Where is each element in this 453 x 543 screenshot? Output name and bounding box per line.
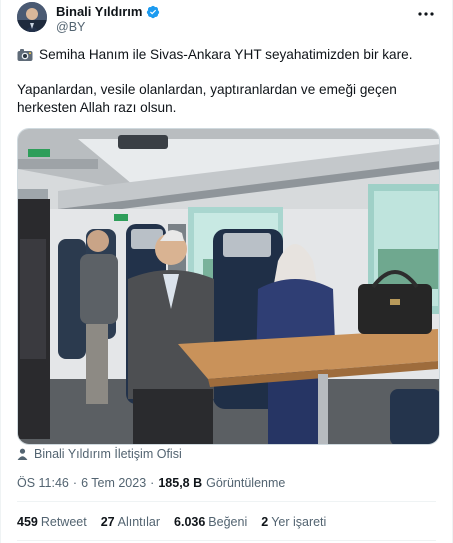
views-label: Görüntülenme	[206, 476, 286, 490]
engagement-stats: 459 Retweet 27 Alıntılar 6.036 Beğeni 2 Yer …	[17, 515, 326, 529]
tweet-text-line-1: Semiha Hanım ile Sivas-Ankara YHT seyaha…	[39, 47, 413, 62]
stat-quotes[interactable]: 27 Alıntılar	[101, 515, 160, 529]
more-options-icon[interactable]	[416, 4, 436, 24]
photo-caption[interactable]: Binali Yıldırım İletişim Ofisi	[34, 447, 182, 461]
camera-icon	[17, 49, 33, 61]
author-name[interactable]: Binali Yıldırım	[56, 4, 142, 19]
verified-badge-icon	[147, 5, 160, 18]
tweet-card: Binali Yıldırım @BY Semiha Hanım ile Siv…	[0, 0, 453, 543]
tweet-meta: ÖS 11:46 · 6 Tem 2023 · 185,8 B Görüntül…	[17, 476, 286, 490]
tweet-text-line-3: herkesten Allah razı olsun.	[17, 100, 177, 115]
avatar[interactable]	[17, 2, 47, 32]
author-handle[interactable]: @BY	[56, 20, 85, 34]
views-count: 185,8 B	[158, 476, 203, 490]
divider	[17, 501, 436, 502]
tweet-text-line-2: Yapanlardan, vesile olanlardan, yaptıran…	[17, 82, 397, 97]
tweet-date[interactable]: 6 Tem 2023	[81, 476, 146, 490]
stat-bookmarks[interactable]: 2 Yer işareti	[261, 515, 326, 529]
person-icon	[17, 448, 28, 460]
tweet-photo[interactable]	[17, 128, 440, 445]
tweet-time[interactable]: ÖS 11:46	[17, 476, 69, 490]
stat-likes[interactable]: 6.036 Beğeni	[174, 515, 247, 529]
stat-retweets[interactable]: 459 Retweet	[17, 515, 87, 529]
divider	[17, 540, 436, 541]
